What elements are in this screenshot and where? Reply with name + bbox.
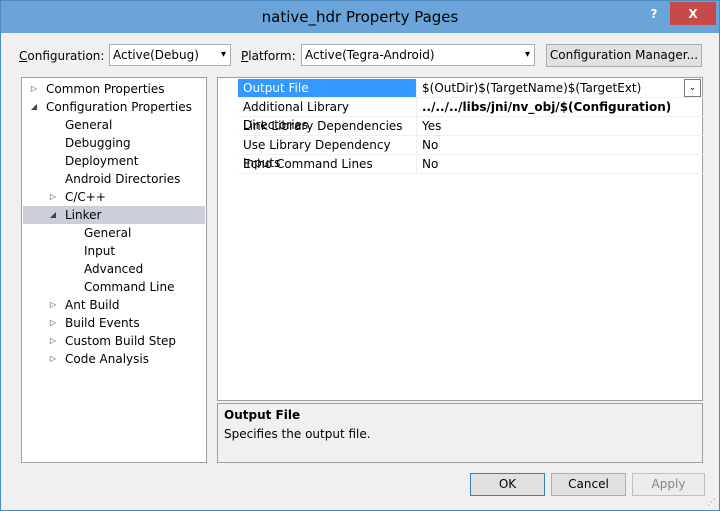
grid-row-link-library-dependencies[interactable]: Link Library Dependencies Yes	[238, 117, 703, 136]
platform-value: Active(Tegra-Android)	[305, 48, 435, 62]
title-bar[interactable]: native_hdr Property Pages ? X	[1, 1, 719, 33]
property-name[interactable]: Link Library Dependencies	[238, 117, 417, 136]
resize-grip-icon[interactable]: ⋰	[707, 498, 716, 508]
expand-icon[interactable]: ▷	[28, 80, 40, 98]
expand-icon[interactable]: ▷	[47, 350, 59, 368]
tree-item-linker-input[interactable]: Input	[22, 242, 206, 260]
property-value[interactable]: Yes	[417, 117, 703, 136]
property-tree[interactable]: ▷ Common Properties ◢ Configuration Prop…	[21, 77, 207, 463]
ok-button[interactable]: OK	[470, 473, 545, 496]
description-text: Specifies the output file.	[224, 427, 371, 441]
close-button[interactable]: X	[670, 2, 716, 25]
tree-item-linker-command-line[interactable]: Command Line	[22, 278, 206, 296]
tree-item-custom-build-step[interactable]: ▷ Custom Build Step	[22, 332, 206, 350]
platform-select[interactable]: Active(Tegra-Android) ▾	[301, 44, 535, 66]
property-name[interactable]: Additional Library Directories	[238, 98, 417, 132]
chevron-down-icon: ▾	[220, 49, 226, 60]
property-pages-window: native_hdr Property Pages ? X Configurat…	[0, 0, 720, 511]
tree-item-build-events[interactable]: ▷ Build Events	[22, 314, 206, 332]
description-panel: Output File Specifies the output file.	[217, 403, 703, 463]
property-name[interactable]: Echo Command Lines	[238, 155, 417, 174]
description-title: Output File	[224, 408, 301, 422]
tree-item-general[interactable]: General	[22, 116, 206, 134]
apply-button[interactable]: Apply	[632, 473, 705, 496]
property-grid[interactable]: Output File $(OutDir)$(TargetName)$(Targ…	[217, 77, 703, 401]
tree-item-ant-build[interactable]: ▷ Ant Build	[22, 296, 206, 314]
platform-label: Platform:	[241, 49, 296, 63]
expand-icon[interactable]: ▷	[47, 332, 59, 350]
tree-item-linker-general[interactable]: General	[22, 224, 206, 242]
property-value[interactable]: $(OutDir)$(TargetName)$(TargetExt)	[417, 79, 703, 98]
grid-row-use-library-dependency-inputs[interactable]: Use Library Dependency Inputs No	[238, 136, 703, 170]
expand-icon[interactable]: ▷	[47, 296, 59, 314]
tree-item-android-directories[interactable]: Android Directories	[22, 170, 206, 188]
configuration-select[interactable]: Active(Debug) ▾	[109, 44, 231, 66]
configuration-label: Configuration:	[19, 49, 105, 63]
property-name[interactable]: Output File	[238, 79, 417, 98]
tree-item-linker-advanced[interactable]: Advanced	[22, 260, 206, 278]
grid-row-output-file[interactable]: Output File $(OutDir)$(TargetName)$(Targ…	[238, 79, 703, 98]
collapse-icon[interactable]: ◢	[28, 98, 40, 116]
tree-item-code-analysis[interactable]: ▷ Code Analysis	[22, 350, 206, 368]
property-value[interactable]: ../../../libs/jni/nv_obj/$(Configuration…	[417, 98, 703, 117]
window-title: native_hdr Property Pages	[261, 8, 459, 26]
tree-item-common-properties[interactable]: ▷ Common Properties	[22, 80, 206, 98]
chevron-down-icon: ⌄	[688, 83, 697, 93]
configuration-value: Active(Debug)	[113, 48, 199, 62]
cancel-button[interactable]: Cancel	[551, 473, 626, 496]
help-button[interactable]: ?	[639, 2, 669, 25]
chevron-down-icon: ▾	[524, 49, 530, 60]
grid-row-echo-command-lines[interactable]: Echo Command Lines No	[238, 155, 703, 174]
tree-item-debugging[interactable]: Debugging	[22, 134, 206, 152]
expand-icon[interactable]: ▷	[47, 188, 59, 206]
property-value[interactable]: No	[417, 155, 703, 174]
tree-item-cpp[interactable]: ▷ C/C++	[22, 188, 206, 206]
tree-item-deployment[interactable]: Deployment	[22, 152, 206, 170]
expand-icon[interactable]: ▷	[47, 314, 59, 332]
property-value[interactable]: No	[417, 136, 703, 155]
property-name[interactable]: Use Library Dependency Inputs	[238, 136, 417, 170]
collapse-icon[interactable]: ◢	[47, 206, 59, 224]
tree-item-configuration-properties[interactable]: ◢ Configuration Properties	[22, 98, 206, 116]
tree-item-linker[interactable]: ◢ Linker	[23, 206, 205, 224]
configuration-manager-button[interactable]: Configuration Manager...	[546, 44, 702, 67]
value-dropdown-button[interactable]: ⌄	[684, 79, 701, 97]
grid-row-additional-library-directories[interactable]: Additional Library Directories ../../../…	[238, 98, 703, 132]
